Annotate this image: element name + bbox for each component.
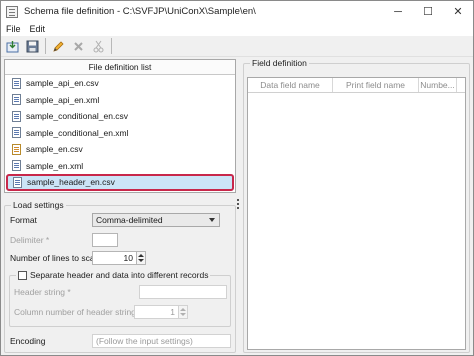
cut-icon[interactable] — [90, 38, 106, 54]
file-icon — [12, 160, 21, 172]
load-settings-title: Load settings — [11, 200, 66, 210]
column-number-value[interactable]: 1 — [134, 305, 179, 319]
list-item[interactable]: sample_api_en.csv — [5, 75, 235, 92]
field-definition-title: Field definition — [250, 58, 309, 68]
lines-to-scan-value[interactable]: 10 — [92, 251, 137, 265]
separate-records-checkbox[interactable] — [18, 270, 27, 280]
file-icon — [12, 127, 21, 139]
list-item-label: sample_conditional_en.csv — [26, 111, 129, 122]
title-bar: Schema file definition - C:\SVFJP\UniCon… — [1, 1, 473, 22]
list-item-label: sample_header_en.csv — [27, 177, 115, 188]
delete-icon[interactable] — [70, 38, 86, 54]
schema-definition-window: Schema file definition - C:\SVFJP\UniCon… — [0, 0, 474, 356]
column-header-number[interactable]: Numbe... — [419, 78, 457, 92]
maximize-button[interactable]: ☐ — [413, 1, 443, 22]
column-number-label: Column number of header string — [14, 307, 136, 317]
lines-to-scan-stepper[interactable]: 10 — [92, 251, 146, 265]
left-pane: File definition list sample_api_en.csv s… — [4, 59, 236, 353]
delimiter-label: Delimiter * — [10, 235, 50, 245]
import-icon[interactable] — [4, 38, 20, 54]
list-item-label: sample_api_en.csv — [26, 78, 99, 89]
list-item[interactable]: sample_conditional_en.xml — [5, 125, 235, 142]
edit-icon[interactable] — [50, 38, 66, 54]
file-icon — [12, 77, 21, 89]
list-item-selected[interactable]: sample_header_en.csv — [6, 174, 234, 191]
file-icon — [12, 94, 21, 106]
menu-edit[interactable]: Edit — [25, 24, 50, 34]
chevron-down-icon — [209, 218, 215, 222]
format-label: Format — [10, 215, 37, 225]
app-icon — [6, 5, 18, 18]
spin-arrows-icon[interactable] — [137, 251, 146, 265]
header-string-field[interactable] — [139, 285, 227, 299]
menu-bar: File Edit — [1, 22, 473, 36]
separate-records-checkbox-row[interactable]: Separate header and data into different … — [16, 270, 211, 280]
menu-file[interactable]: File — [1, 24, 25, 34]
separate-records-group: Separate header and data into different … — [9, 270, 231, 327]
list-item-label: sample_en.xml — [26, 160, 84, 171]
grid-header: Data field name Print field name Numbe..… — [248, 78, 465, 93]
file-definition-list[interactable]: File definition list sample_api_en.csv s… — [4, 59, 236, 193]
save-icon[interactable] — [24, 38, 40, 54]
lines-to-scan-label: Number of lines to scan — [10, 253, 100, 263]
header-string-label: Header string * — [14, 287, 71, 297]
file-list-header[interactable]: File definition list — [5, 60, 235, 75]
pane-splitter-handle[interactable] — [237, 197, 240, 213]
field-definition-group: Field definition Data field name Print f… — [243, 58, 470, 353]
format-value: Comma-delimited — [96, 215, 163, 225]
toolbar — [1, 36, 473, 57]
list-item[interactable]: sample_en.xml — [5, 158, 235, 175]
file-icon — [12, 110, 21, 122]
spin-arrows-icon[interactable] — [179, 305, 188, 319]
minimize-button[interactable]: ─ — [383, 1, 413, 22]
list-item[interactable]: sample_conditional_en.csv — [5, 108, 235, 125]
column-header-print-field-name[interactable]: Print field name — [333, 78, 419, 92]
encoding-field[interactable]: (Follow the input settings) — [92, 334, 231, 348]
file-icon-alt — [12, 143, 21, 155]
format-select[interactable]: Comma-delimited — [92, 213, 220, 227]
list-item[interactable]: sample_en.csv — [5, 141, 235, 158]
window-title: Schema file definition - C:\SVFJP\UniCon… — [24, 6, 256, 17]
toolbar-separator — [111, 38, 112, 54]
separate-records-label: Separate header and data into different … — [30, 270, 209, 280]
encoding-label: Encoding — [10, 336, 46, 346]
list-item-label: sample_api_en.xml — [26, 94, 100, 105]
toolbar-separator — [45, 38, 46, 54]
list-item-label: sample_conditional_en.xml — [26, 127, 129, 138]
list-item[interactable]: sample_api_en.xml — [5, 92, 235, 109]
field-definition-grid[interactable]: Data field name Print field name Numbe..… — [247, 77, 466, 350]
close-button[interactable]: ✕ — [443, 1, 473, 22]
file-icon — [13, 176, 22, 188]
load-settings-group: Load settings Format Comma-delimited Del… — [4, 200, 236, 353]
column-header-data-field-name[interactable]: Data field name — [248, 78, 333, 92]
list-item-label: sample_en.csv — [26, 144, 83, 155]
column-number-stepper[interactable]: 1 — [134, 305, 188, 319]
delimiter-field[interactable] — [92, 233, 118, 247]
window-controls: ─ ☐ ✕ — [383, 1, 473, 22]
